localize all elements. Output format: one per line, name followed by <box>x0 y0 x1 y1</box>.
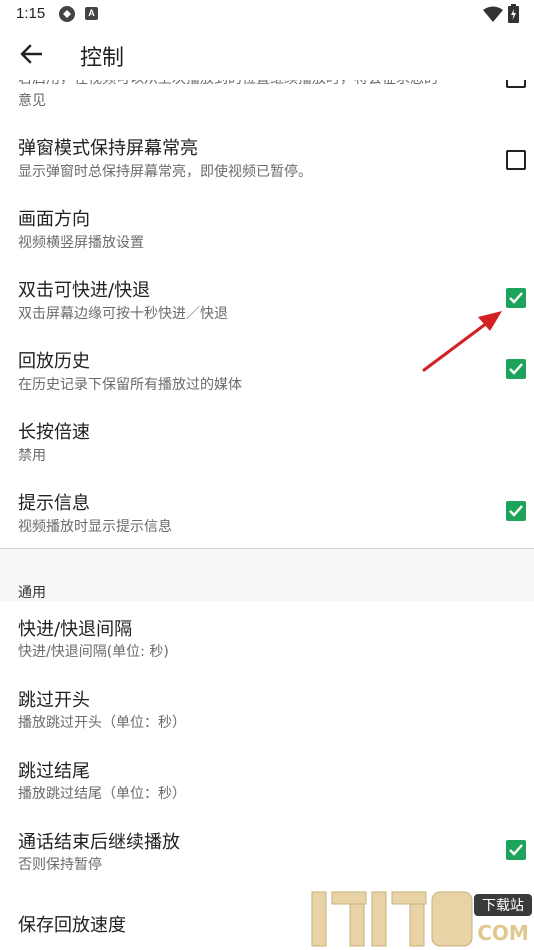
pref-summary: 视频横竖屏播放设置 <box>18 235 144 251</box>
pref-playback-history[interactable]: 回放历史 在历史记录下保留所有播放过的媒体 <box>0 337 534 408</box>
pref-title: 保存回放速度 <box>18 915 126 936</box>
section-band <box>0 549 534 601</box>
checkbox[interactable] <box>506 288 526 308</box>
pref-screen-orientation[interactable]: 画面方向 视频横竖屏播放设置 <box>0 195 534 266</box>
checkbox[interactable] <box>506 80 526 88</box>
section-header: 通用 <box>18 585 46 601</box>
checkbox[interactable] <box>506 501 526 521</box>
pref-summary: 双击屏幕边缘可按十秒快进／快退 <box>18 306 228 322</box>
pref-title: 跳过结尾 <box>18 761 90 782</box>
status-bar: 1:15 A <box>0 0 534 28</box>
page-title: 控制 <box>80 46 125 71</box>
pref-summary: 快进/快退间隔(单位: 秒) <box>18 644 169 660</box>
pref-resume-prompt[interactable]: 若启用，在视频可以从上次播放到的位置继续播放时，将会征求您的 意见 <box>0 80 534 116</box>
pref-title: 长按倍速 <box>18 422 90 443</box>
pref-title: 跳过开头 <box>18 690 90 711</box>
pref-title: 弹窗模式保持屏幕常亮 <box>18 138 198 159</box>
pref-summary: 在历史记录下保留所有播放过的媒体 <box>18 377 242 393</box>
checkbox[interactable] <box>506 150 526 170</box>
pref-summary: 视频播放时显示提示信息 <box>18 519 172 535</box>
pref-title: 画面方向 <box>18 209 90 230</box>
sync-icon <box>59 6 75 22</box>
pref-summary: 禁用 <box>18 448 46 464</box>
checkbox[interactable] <box>506 840 526 860</box>
check-icon <box>509 363 523 375</box>
pref-summary: 意见 <box>18 93 46 109</box>
pref-tips[interactable]: 提示信息 视频播放时显示提示信息 <box>0 479 534 548</box>
app-bar: 控制 <box>0 28 534 80</box>
settings-list[interactable]: 若启用，在视频可以从上次播放到的位置继续播放时，将会征求您的 意见 弹窗模式保持… <box>0 80 534 950</box>
pref-long-press-speed[interactable]: 长按倍速 禁用 <box>0 408 534 479</box>
battery-icon <box>508 4 519 23</box>
wifi-icon <box>483 6 503 22</box>
pref-title: 回放历史 <box>18 351 90 372</box>
pref-summary: 否则保持暂停 <box>18 857 102 873</box>
pref-title: 快进/快退间隔 <box>18 619 133 640</box>
pref-title: 提示信息 <box>18 493 90 514</box>
notification-a-icon: A <box>85 7 98 20</box>
pref-skip-intro[interactable]: 跳过开头 播放跳过开头（单位：秒） <box>0 672 534 743</box>
pref-summary: 播放跳过开头（单位：秒） <box>18 715 186 731</box>
pref-title: 双击可快进/快退 <box>18 280 151 301</box>
check-icon <box>509 292 523 304</box>
pref-resume-after-call[interactable]: 通话结束后继续播放 否则保持暂停 <box>0 814 534 885</box>
svg-text:COM: COM <box>477 921 529 945</box>
pref-summary: 若启用，在视频可以从上次播放到的位置继续播放时，将会征求您的 <box>18 80 438 88</box>
status-time: 1:15 <box>16 5 46 22</box>
pref-double-tap-seek[interactable]: 双击可快进/快退 双击屏幕边缘可按十秒快进／快退 <box>0 266 534 337</box>
check-icon <box>509 505 523 517</box>
pref-popup-keep-screen-on[interactable]: 弹窗模式保持屏幕常亮 显示弹窗时总保持屏幕常亮，即使视频已暂停。 <box>0 124 534 195</box>
checkbox[interactable] <box>506 359 526 379</box>
back-button[interactable] <box>14 38 48 70</box>
arrow-back-icon <box>20 44 42 64</box>
pref-skip-outro[interactable]: 跳过结尾 播放跳过结尾（单位：秒） <box>0 743 534 814</box>
pref-seek-interval[interactable]: 快进/快退间隔 快进/快退间隔(单位: 秒) <box>0 601 534 672</box>
svg-text:下载站: 下载站 <box>482 898 524 914</box>
check-icon <box>509 844 523 856</box>
pref-summary: 播放跳过结尾（单位：秒） <box>18 786 186 802</box>
pref-title: 通话结束后继续播放 <box>18 832 180 853</box>
pref-summary: 显示弹窗时总保持屏幕常亮，即使视频已暂停。 <box>18 164 312 180</box>
watermark-logo: 下载站 COM <box>311 891 532 947</box>
